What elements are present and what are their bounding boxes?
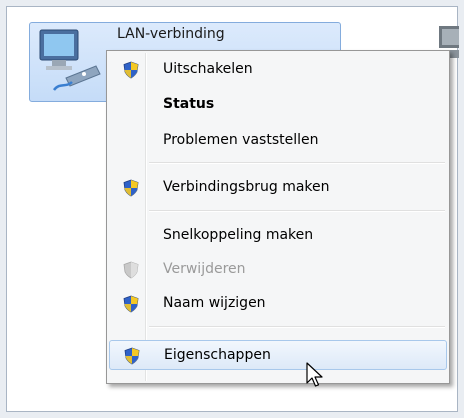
menu-separator xyxy=(149,162,445,164)
menu-item-verbindingsbrug-maken[interactable]: Verbindingsbrug maken xyxy=(109,173,447,203)
uac-shield-icon xyxy=(124,347,140,365)
menu-item-label: Snelkoppeling maken xyxy=(163,227,314,243)
network-adapter-icon xyxy=(39,29,101,91)
uac-shield-icon xyxy=(123,61,139,79)
uac-shield-icon xyxy=(123,179,139,197)
menu-item-snelkoppeling-maken[interactable]: Snelkoppeling maken xyxy=(109,221,447,251)
menu-separator xyxy=(149,326,445,328)
menu-item-label: Naam wijzigen xyxy=(163,295,266,311)
menu-item-naam-wijzigen[interactable]: Naam wijzigen xyxy=(109,289,447,319)
context-menu: Uitschakelen Status Problemen vaststelle… xyxy=(106,50,450,384)
menu-item-label: Eigenschappen xyxy=(164,347,271,363)
menu-item-uitschakelen[interactable]: Uitschakelen xyxy=(109,55,447,85)
menu-item-eigenschappen[interactable]: Eigenschappen xyxy=(109,340,447,370)
menu-item-label: Verwijderen xyxy=(163,261,246,277)
menu-item-status[interactable]: Status xyxy=(109,90,447,120)
uac-shield-icon xyxy=(123,295,139,313)
menu-item-label: Problemen vaststellen xyxy=(163,132,319,148)
menu-item-problemen-vaststellen[interactable]: Problemen vaststellen xyxy=(109,126,447,156)
mouse-pointer-icon xyxy=(306,362,323,387)
menu-item-label: Uitschakelen xyxy=(163,61,253,77)
menu-item-label: Verbindingsbrug maken xyxy=(163,179,330,195)
uac-shield-icon-disabled xyxy=(123,261,139,279)
connection-name: LAN-verbinding xyxy=(117,26,225,42)
menu-item-label: Status xyxy=(163,96,215,112)
menu-item-verwijderen: Verwijderen xyxy=(109,255,447,285)
menu-separator xyxy=(149,210,445,212)
